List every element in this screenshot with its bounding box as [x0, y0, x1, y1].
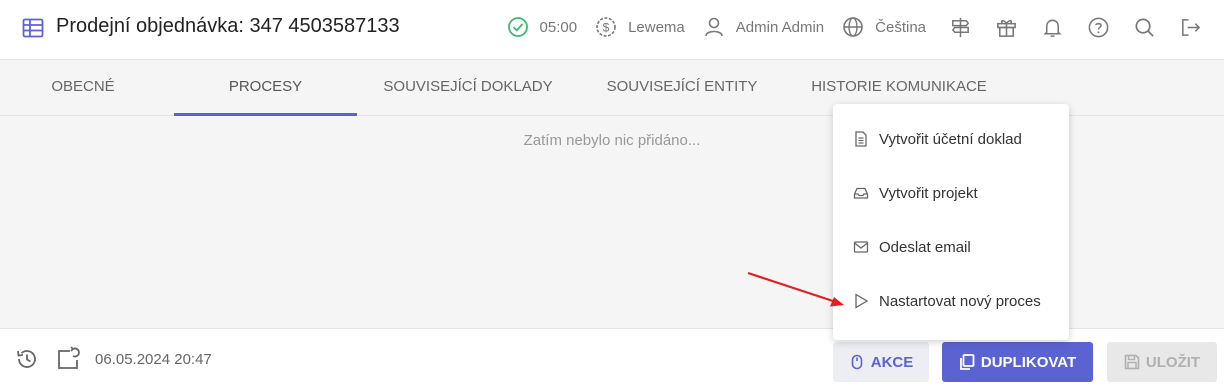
user-menu[interactable]: Admin Admin — [703, 16, 824, 38]
revision-icon[interactable] — [56, 346, 82, 372]
menu-item-label: Vytvořit projekt — [879, 184, 978, 202]
svg-text:$: $ — [603, 21, 610, 35]
save-button[interactable]: ULOŽIT — [1107, 342, 1217, 382]
document-icon — [855, 131, 867, 147]
menu-item-label: Vytvořit účetní doklad — [879, 130, 1022, 148]
duplicate-button[interactable]: DUPLIKOVAT — [942, 342, 1093, 382]
tab-procesy[interactable]: PROCESY — [174, 60, 357, 116]
menu-item-create-project[interactable]: Vytvořit projekt — [833, 166, 1069, 220]
tab-obecne[interactable]: OBECNÉ — [0, 60, 166, 116]
company-name: Lewema — [628, 18, 685, 36]
copy-icon — [959, 354, 975, 370]
timer-value: 05:00 — [539, 18, 578, 36]
play-icon — [855, 293, 869, 309]
akce-button-label: AKCE — [870, 353, 914, 371]
check-circle-icon — [507, 17, 528, 37]
menu-item-send-email[interactable]: Odeslat email — [833, 220, 1069, 274]
search-button[interactable] — [1132, 15, 1156, 39]
logout-icon — [1181, 18, 1200, 36]
help-icon — [1088, 17, 1108, 37]
last-modified-date: 06.05.2024 20:47 — [95, 351, 212, 368]
menu-item-label: Odeslat email — [879, 238, 971, 256]
user-name: Admin Admin — [735, 18, 825, 36]
menu-item-label: Nastartovat nový proces — [879, 292, 1041, 310]
page-title: Prodejní objednávka: 347 4503587133 — [56, 15, 400, 37]
tab-souvisejici-doklady[interactable]: SOUVISEJÍCÍ DOKLADY — [370, 60, 566, 116]
menu-item-start-new-process[interactable]: Nastartovat nový proces — [833, 274, 1069, 328]
inbox-icon — [853, 187, 869, 199]
language-name: Čeština — [875, 18, 926, 36]
user-icon — [704, 17, 723, 37]
app-header: Prodejní objednávka: 347 4503587133 05:0… — [0, 0, 1224, 60]
signpost-icon — [951, 17, 969, 37]
gift-icon — [996, 19, 1016, 37]
actions-menu: Vytvořit účetní doklad Vytvořit projekt … — [833, 104, 1069, 340]
notifications-button[interactable] — [1040, 15, 1064, 39]
bell-icon — [1042, 19, 1062, 37]
history-icon[interactable] — [14, 346, 40, 372]
mouse-icon — [851, 354, 863, 370]
help-button[interactable] — [1086, 15, 1110, 39]
search-icon — [1134, 17, 1154, 37]
session-timer: 05:00 — [507, 16, 578, 38]
dollar-circle-icon: $ — [596, 17, 616, 37]
globe-icon — [843, 17, 863, 37]
save-icon — [1124, 354, 1140, 370]
company-selector[interactable]: $ Lewema — [595, 16, 685, 38]
menu-item-create-accounting-document[interactable]: Vytvořit účetní doklad — [833, 112, 1069, 166]
language-selector[interactable]: Čeština — [842, 16, 926, 38]
duplicate-button-label: DUPLIKOVAT — [980, 353, 1077, 371]
table-icon — [22, 18, 44, 38]
akce-button[interactable]: AKCE — [833, 342, 929, 382]
tab-souvisejici-entity[interactable]: SOUVISEJÍCÍ ENTITY — [592, 60, 772, 116]
annotation-arrow — [747, 271, 844, 307]
save-button-label: ULOŽIT — [1145, 353, 1201, 371]
signpost-button[interactable] — [948, 15, 972, 39]
logout-button[interactable] — [1178, 15, 1202, 39]
gift-button[interactable] — [994, 15, 1018, 39]
mail-icon — [853, 241, 869, 253]
